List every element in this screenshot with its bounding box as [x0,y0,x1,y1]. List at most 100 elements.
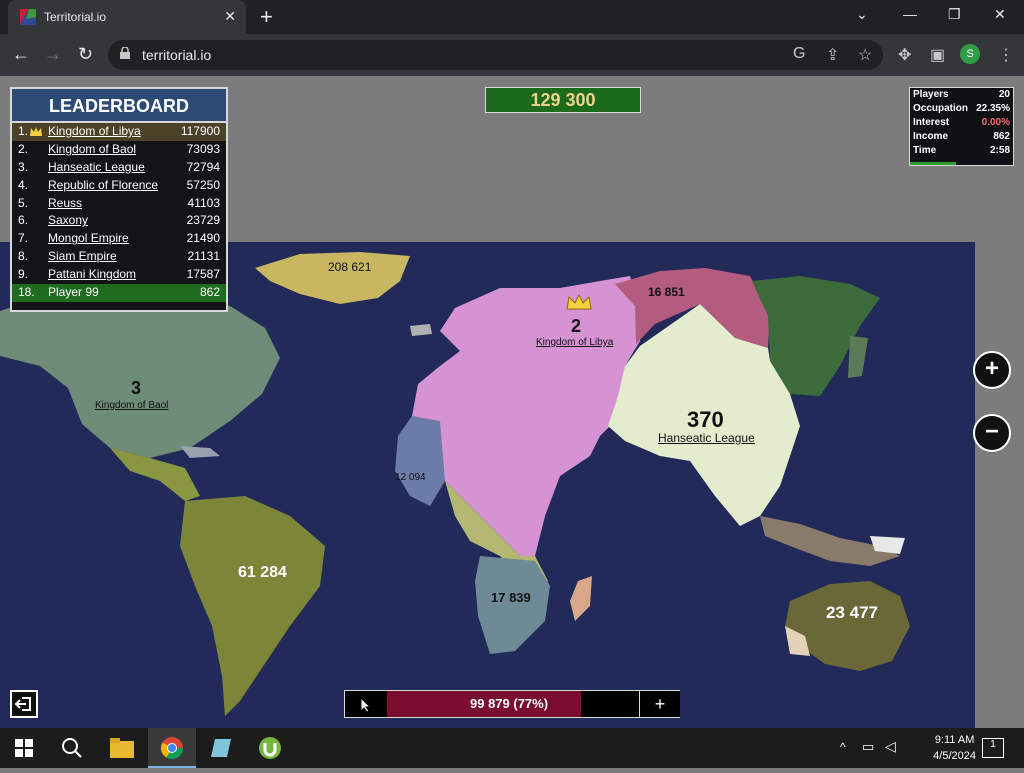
leaderboard-score: 862 [199,285,220,300]
url-text: territorial.io [142,47,212,63]
game-viewport[interactable]: 208 621 16 851 2 Kingdom of Libya 3 King… [0,76,1024,728]
search-button[interactable] [48,728,96,768]
menu-kebab-icon[interactable]: ⋮ [998,45,1014,65]
leaderboard-row[interactable]: 4. Republic of Florence 57250 [12,177,226,195]
troop-decrease-button[interactable] [345,691,387,717]
tray-overflow-icon[interactable]: ^ [840,740,846,754]
stat-players: Players 20 [910,88,1013,102]
troop-increase-button[interactable]: + [639,691,680,717]
territorial-favicon-icon [20,9,36,25]
stat-value: 862 [993,131,1010,142]
windows-logo-icon [15,739,33,757]
stat-occupation: Occupation 22.35% [910,102,1013,116]
chrome-icon [161,737,183,759]
google-icon[interactable]: G [793,45,805,63]
taskbar-utorrent[interactable] [246,728,294,768]
notifications-button[interactable]: 1 [982,738,1004,758]
stat-label: Income [913,131,949,142]
stat-label: Interest [913,117,950,128]
stat-label: Time [913,145,937,156]
side-panel-icon[interactable]: ▣ [930,45,945,65]
label-australia: 23 477 [826,603,878,622]
stats-panel: Players 20 Occupation 22.35% Interest 0.… [909,87,1014,166]
tab-search-icon[interactable]: ⌄ [856,6,868,23]
leaderboard-score: 17587 [186,267,220,282]
browser-tab-bar: Territorial.io ✕ + ⌄ — ❐ ✕ [0,0,1024,34]
label-hanseatic-count: 370 [687,407,724,432]
new-tab-button[interactable]: + [260,4,273,30]
leaderboard-row[interactable]: 8. Siam Empire 21131 [12,248,226,266]
leaderboard-name[interactable]: Kingdom of Baol [48,141,136,159]
taskbar-app-blue[interactable] [198,728,246,768]
time-progress-bar [910,162,957,165]
leaderboard-score: 73093 [186,141,220,156]
notification-count: 1 [990,739,996,750]
forward-button[interactable]: → [44,44,62,65]
windows-taskbar: ^ ▭ ◁ 9:11 AM 4/5/2024 1 [0,728,1024,768]
leaderboard-name: Player 99 [48,285,99,300]
window-close-button[interactable]: ✕ [994,6,1006,23]
stat-time: Time 2:58 [910,144,1013,158]
stat-label: Players [913,89,949,100]
leaderboard-rank: 4. [18,177,29,192]
leaderboard-name[interactable]: Siam Empire [48,248,117,266]
stat-interest: Interest 0.00% [910,116,1013,130]
minimize-button[interactable]: — [903,6,917,22]
address-bar[interactable]: territorial.io [108,40,883,70]
leaderboard-row[interactable]: 6. Saxony 23729 [12,212,226,230]
browser-tab[interactable]: Territorial.io ✕ [8,0,246,34]
leaderboard-name[interactable]: Mongol Empire [48,230,129,248]
leaderboard-name[interactable]: Pattani Kingdom [48,266,136,284]
leaderboard-score: 117900 [180,124,220,138]
tab-close-icon[interactable]: ✕ [224,8,236,25]
taskbar-file-explorer[interactable] [98,728,146,768]
leaderboard-row[interactable]: 9. Pattani Kingdom 17587 [12,266,226,284]
system-clock[interactable]: 9:11 AM 4/5/2024 [933,732,976,764]
leaderboard-name[interactable]: Reuss [48,195,82,213]
tab-title: Territorial.io [44,10,107,24]
restore-button[interactable]: ❐ [948,6,961,23]
start-button[interactable] [0,728,48,768]
leaderboard-row[interactable]: 5. Reuss 41103 [12,195,226,213]
reload-button[interactable]: ↻ [78,44,93,65]
label-hanseatic-name: Hanseatic League [658,431,755,445]
troop-slider[interactable]: 99 879 (77%) + [344,690,680,718]
label-baol-name: Kingdom of Baol [95,400,169,411]
cursor-icon [360,696,372,713]
label-greenland: 208 621 [328,260,372,274]
leaderboard-row[interactable]: 1. Kingdom of Libya 117900 [12,123,226,141]
stat-label: Occupation [913,103,969,114]
leaderboard-name[interactable]: Saxony [48,212,88,230]
exit-game-button[interactable] [10,690,38,718]
share-icon[interactable]: ⇪ [826,45,839,65]
exit-icon [14,697,31,711]
leaderboard-rank: 6. [18,213,29,228]
folder-icon [110,738,134,758]
utorrent-icon [259,737,281,759]
profile-avatar[interactable]: S [960,44,980,64]
extensions-icon[interactable]: ✥ [898,45,911,65]
taskbar-chrome[interactable] [148,728,196,768]
bookmark-star-icon[interactable]: ☆ [858,45,872,65]
leaderboard-name[interactable]: Republic of Florence [48,177,158,195]
lock-icon [120,47,130,59]
crown-icon [30,127,42,136]
leaderboard-score: 57250 [186,177,220,192]
zoom-out-button[interactable]: − [973,414,1011,452]
leaderboard-row[interactable]: 2. Kingdom of Baol 73093 [12,141,226,159]
volume-icon[interactable]: ◁ [885,738,896,755]
leaderboard-row[interactable]: 3. Hanseatic League 72794 [12,159,226,177]
zoom-in-button[interactable]: + [973,351,1011,389]
leaderboard-name[interactable]: Hanseatic League [48,159,145,177]
search-icon [62,738,82,758]
leaderboard-rank: 9. [18,267,29,282]
back-button[interactable]: ← [12,44,30,65]
troop-count: 99 879 (77%) [470,696,549,711]
leaderboard-name[interactable]: Kingdom of Libya [48,123,141,141]
browser-toolbar: ← → ↻ territorial.io G ⇪ ☆ ✥ ▣ S ⋮ [0,34,1024,76]
leaderboard-rank: 1. [18,124,29,138]
network-icon[interactable]: ▭ [862,739,874,755]
leaderboard-row[interactable]: 7. Mongol Empire 21490 [12,230,226,248]
stat-value: 2:58 [989,145,1010,156]
label-south-america: 61 284 [238,564,287,581]
